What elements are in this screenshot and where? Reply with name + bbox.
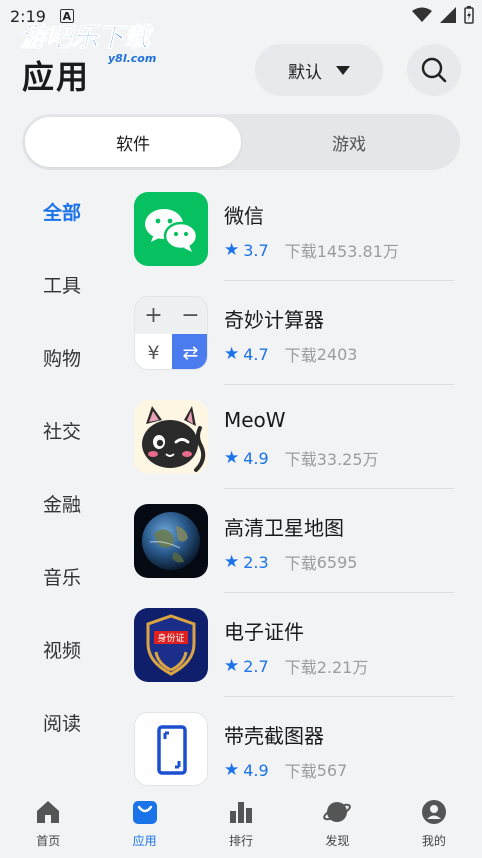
list-item[interactable]: 微信 ★ 3.7 下载 1453.81万 <box>132 188 462 292</box>
downloads-count: 2403 <box>316 344 358 364</box>
divider <box>224 592 454 593</box>
nav-home[interactable]: 首页 <box>0 790 96 858</box>
app-meta: ★ 4.7 下载 2403 <box>224 342 357 366</box>
downloads-count: 1453.81万 <box>316 242 399 261</box>
id-shield-icon: 身份证 <box>134 608 208 682</box>
category-all[interactable]: 全部 <box>43 198 81 225</box>
list-item[interactable]: + − ¥ ⇄ 奇妙计算器 ★ 4.7 下载 2403 <box>132 292 462 396</box>
nav-ranking[interactable]: 排行 <box>193 790 289 858</box>
nav-profile[interactable]: 我的 <box>386 790 482 858</box>
category-shopping[interactable]: 购物 <box>43 344 81 371</box>
app-rating: 4.9 <box>243 760 269 780</box>
category-social[interactable]: 社交 <box>43 417 81 444</box>
app-name: 带壳截图器 <box>224 724 324 748</box>
calc-swap: ⇄ <box>172 334 207 369</box>
downloads-count: 33.25万 <box>316 450 379 469</box>
divider <box>224 488 454 489</box>
signal-icon <box>440 7 456 23</box>
tab-games-label: 游戏 <box>332 134 366 155</box>
app-meta: ★ 2.3 下载 6595 <box>224 550 357 574</box>
nav-discover[interactable]: 发现 <box>289 790 385 858</box>
app-meta: ★ 4.9 下载 33.25万 <box>224 446 379 470</box>
nav-apps[interactable]: 应用 <box>96 790 192 858</box>
app-name: 电子证件 <box>224 620 304 644</box>
sort-dropdown-button[interactable]: 默认 <box>255 44 383 96</box>
downloads-label: 下载 <box>284 450 317 469</box>
type-segment-control: 软件 游戏 <box>22 114 460 170</box>
watermark-line2: y8l.com <box>108 52 156 65</box>
cat-icon <box>134 400 208 474</box>
app-rating: 3.7 <box>243 240 269 260</box>
profile-icon <box>421 800 446 824</box>
discover-icon <box>323 802 352 822</box>
status-icons <box>412 6 474 24</box>
tab-software-label: 软件 <box>116 134 150 155</box>
earth-icon <box>134 504 208 578</box>
nav-home-label: 首页 <box>36 834 61 848</box>
downloads-label: 下载 <box>284 658 317 677</box>
calculator-icon: + − ¥ ⇄ <box>134 296 208 370</box>
app-name: 奇妙计算器 <box>224 308 324 332</box>
nav-profile-label: 我的 <box>421 834 446 848</box>
chevron-down-icon <box>336 65 350 75</box>
divider <box>224 696 454 697</box>
app-meta: ★ 3.7 下载 1453.81万 <box>224 238 399 262</box>
nav-ranking-label: 排行 <box>229 834 254 848</box>
divider <box>224 280 454 281</box>
downloads-count: 567 <box>316 760 348 780</box>
list-item[interactable]: MeoW ★ 4.9 下载 33.25万 <box>132 396 462 500</box>
downloads-label: 下载 <box>284 762 317 781</box>
category-finance[interactable]: 金融 <box>43 490 81 517</box>
app-store-icon <box>132 801 157 824</box>
downloads-count: 6595 <box>316 552 358 572</box>
app-name: 高清卫星地图 <box>224 516 344 540</box>
list-item[interactable]: 高清卫星地图 ★ 2.3 下载 6595 <box>132 500 462 604</box>
category-reading[interactable]: 阅读 <box>43 709 81 736</box>
star-icon: ★ <box>224 344 240 364</box>
app-name: MeoW <box>224 408 286 432</box>
category-music[interactable]: 音乐 <box>43 563 81 590</box>
list-item[interactable]: 身份证 电子证件 ★ 2.7 下载 2.21万 <box>132 604 462 708</box>
app-rating: 4.7 <box>243 344 269 364</box>
nav-apps-label: 应用 <box>132 834 157 848</box>
divider <box>224 384 454 385</box>
watermark-line1: 游吧乐下载 <box>20 23 154 53</box>
tab-games[interactable]: 游戏 <box>241 117 457 167</box>
page-title: 应用 <box>22 58 91 96</box>
wechat-icon <box>134 192 208 266</box>
calc-minus: − <box>172 297 207 334</box>
downloads-label: 下载 <box>284 346 317 365</box>
downloads-label: 下载 <box>284 242 317 261</box>
sort-label: 默认 <box>288 62 322 83</box>
star-icon: ★ <box>224 552 240 572</box>
downloads-count: 2.21万 <box>316 658 369 677</box>
tab-software[interactable]: 软件 <box>25 117 241 167</box>
app-rating: 4.9 <box>243 448 269 468</box>
battery-icon <box>464 6 474 24</box>
app-rating: 2.3 <box>243 552 269 572</box>
search-button[interactable] <box>407 44 461 96</box>
app-meta: ★ 2.7 下载 2.21万 <box>224 654 368 678</box>
app-rating: 2.7 <box>243 656 269 676</box>
nav-discover-label: 发现 <box>325 834 350 848</box>
calc-plus: + <box>135 297 172 334</box>
wifi-icon <box>412 7 432 22</box>
category-video[interactable]: 视频 <box>43 636 81 663</box>
app-meta: ★ 4.9 下载 567 <box>224 758 347 782</box>
search-icon <box>421 57 447 83</box>
home-icon <box>37 801 60 823</box>
star-icon: ★ <box>224 760 240 780</box>
category-tools[interactable]: 工具 <box>43 271 81 298</box>
star-icon: ★ <box>224 656 240 676</box>
ranking-icon <box>230 802 253 823</box>
downloads-label: 下载 <box>284 554 317 573</box>
bottom-nav: 首页 应用 排行 发现 我的 <box>0 790 482 858</box>
star-icon: ★ <box>224 240 240 260</box>
phone-frame-icon <box>134 712 208 786</box>
star-icon: ★ <box>224 448 240 468</box>
id-badge-text: 身份证 <box>157 634 185 644</box>
calc-yen: ¥ <box>135 334 172 369</box>
app-name: 微信 <box>224 204 264 228</box>
